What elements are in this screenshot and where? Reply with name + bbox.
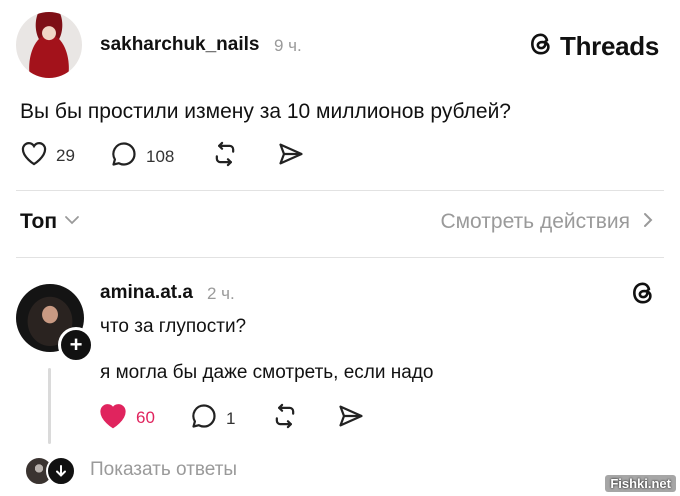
author-avatar[interactable]: [16, 12, 82, 78]
show-replies-link[interactable]: Показать ответы: [90, 459, 237, 481]
sort-dropdown[interactable]: Топ: [20, 210, 81, 234]
chevron-right-icon: [642, 211, 654, 234]
share-button[interactable]: [336, 402, 366, 435]
like-button[interactable]: 29: [20, 140, 75, 171]
send-icon: [336, 402, 366, 435]
reply-author-username[interactable]: amina.at.a: [100, 282, 193, 304]
reply-button[interactable]: 1: [190, 402, 235, 435]
repost-button[interactable]: [210, 140, 240, 173]
reply-count: 1: [226, 408, 236, 428]
view-activity-link[interactable]: Смотреть действия: [440, 210, 654, 234]
reply-count: 108: [146, 146, 175, 166]
heart-filled-icon: [98, 402, 128, 434]
repost-button[interactable]: [270, 402, 300, 435]
divider: [16, 190, 664, 191]
like-count: 60: [136, 408, 155, 427]
view-activity-label: Смотреть действия: [440, 210, 630, 233]
heart-icon: [20, 140, 48, 171]
sort-label: Топ: [20, 210, 58, 233]
author-username[interactable]: sakharchuk_nails: [100, 34, 259, 56]
watermark: Fishki.net: [605, 475, 676, 492]
repost-icon: [210, 140, 240, 173]
threads-logo: Threads: [528, 31, 659, 62]
replier-avatars[interactable]: [24, 456, 76, 486]
divider: [16, 257, 664, 258]
like-count: 29: [56, 145, 75, 165]
reply-text-line: я могла бы даже смотреть, если надо: [100, 362, 434, 383]
follow-plus-icon[interactable]: +: [58, 327, 94, 363]
post-time: 9 ч.: [274, 36, 302, 55]
reply-button[interactable]: 108: [110, 140, 174, 173]
share-button[interactable]: [276, 140, 306, 173]
threads-wordmark: Threads: [560, 31, 660, 61]
threads-icon: [630, 280, 656, 311]
repost-icon: [270, 402, 300, 435]
threads-icon: [528, 31, 554, 62]
reply-text-line: что за глупости?: [100, 316, 247, 337]
chevron-down-icon: [63, 213, 81, 232]
post-text: Вы бы простили измену за 10 миллионов ру…: [20, 100, 511, 123]
reply-time: 2 ч.: [207, 284, 235, 303]
comment-icon: [190, 402, 218, 435]
comment-icon: [110, 140, 138, 173]
thread-connector-line: [48, 368, 51, 444]
send-icon: [276, 140, 306, 173]
arrow-down-icon: [46, 456, 76, 486]
like-button[interactable]: 60: [98, 402, 155, 434]
